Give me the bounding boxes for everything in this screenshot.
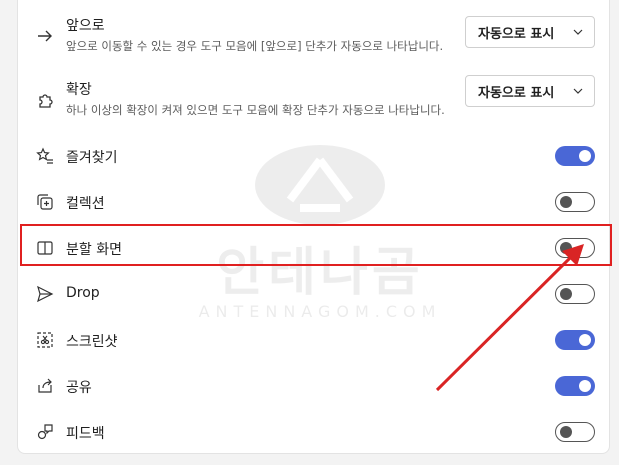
setting-row-extensions: 확장 하나 이상의 확장이 켜져 있으면 도구 모음에 확장 단추가 자동으로 … bbox=[18, 67, 609, 131]
setting-row-drop: Drop bbox=[18, 271, 609, 317]
feedback-icon bbox=[36, 423, 54, 441]
setting-row-favorites: 즐겨찾기 bbox=[18, 133, 609, 179]
collections-icon bbox=[36, 193, 54, 211]
collections-toggle[interactable] bbox=[555, 192, 595, 212]
split-screen-icon bbox=[36, 239, 54, 257]
screenshot-toggle[interactable] bbox=[555, 330, 595, 350]
setting-title: 공유 bbox=[66, 380, 92, 396]
dropdown-value: 자동으로 표시 bbox=[478, 85, 555, 101]
setting-row-collections: 컬렉션 bbox=[18, 179, 609, 225]
puzzle-icon bbox=[36, 91, 54, 109]
dropdown-value: 자동으로 표시 bbox=[478, 26, 555, 42]
setting-title: 피드백 bbox=[66, 426, 105, 442]
share-icon bbox=[36, 377, 54, 395]
screenshot-icon bbox=[36, 331, 54, 349]
setting-row-feedback: 피드백 bbox=[18, 409, 609, 455]
split-screen-toggle[interactable] bbox=[555, 238, 595, 258]
share-toggle[interactable] bbox=[555, 376, 595, 396]
setting-title: Drop bbox=[66, 285, 100, 301]
star-list-icon bbox=[36, 147, 54, 165]
extensions-button-dropdown[interactable]: 자동으로 표시 bbox=[465, 75, 595, 107]
forward-arrow-icon bbox=[36, 27, 54, 45]
setting-description: 하나 이상의 확장이 켜져 있으면 도구 모음에 확장 단추가 자동으로 나타납… bbox=[66, 103, 445, 117]
setting-row-screenshot: 스크린샷 bbox=[18, 317, 609, 363]
setting-row-split-screen: 분할 화면 bbox=[18, 225, 609, 271]
setting-title: 분할 화면 bbox=[66, 242, 122, 258]
setting-title: 스크린샷 bbox=[66, 334, 118, 350]
setting-title: 즐겨찾기 bbox=[66, 150, 118, 166]
setting-title: 확장 bbox=[66, 82, 92, 98]
setting-description: 앞으로 이동할 수 있는 경우 도구 모음에 [앞으로] 단추가 자동으로 나타… bbox=[66, 39, 444, 53]
feedback-toggle[interactable] bbox=[555, 422, 595, 442]
setting-title: 앞으로 bbox=[66, 18, 105, 34]
setting-row-forward: 앞으로 앞으로 이동할 수 있는 경우 도구 모음에 [앞으로] 단추가 자동으… bbox=[18, 1, 609, 67]
setting-row-share: 공유 bbox=[18, 363, 609, 409]
drop-toggle[interactable] bbox=[555, 284, 595, 304]
chevron-down-icon bbox=[572, 85, 584, 97]
toolbar-settings-panel: 앞으로 앞으로 이동할 수 있는 경우 도구 모음에 [앞으로] 단추가 자동으… bbox=[17, 0, 610, 454]
forward-button-dropdown[interactable]: 자동으로 표시 bbox=[465, 16, 595, 48]
setting-title: 컬렉션 bbox=[66, 196, 105, 212]
send-icon bbox=[36, 285, 54, 303]
favorites-toggle[interactable] bbox=[555, 146, 595, 166]
chevron-down-icon bbox=[572, 26, 584, 38]
